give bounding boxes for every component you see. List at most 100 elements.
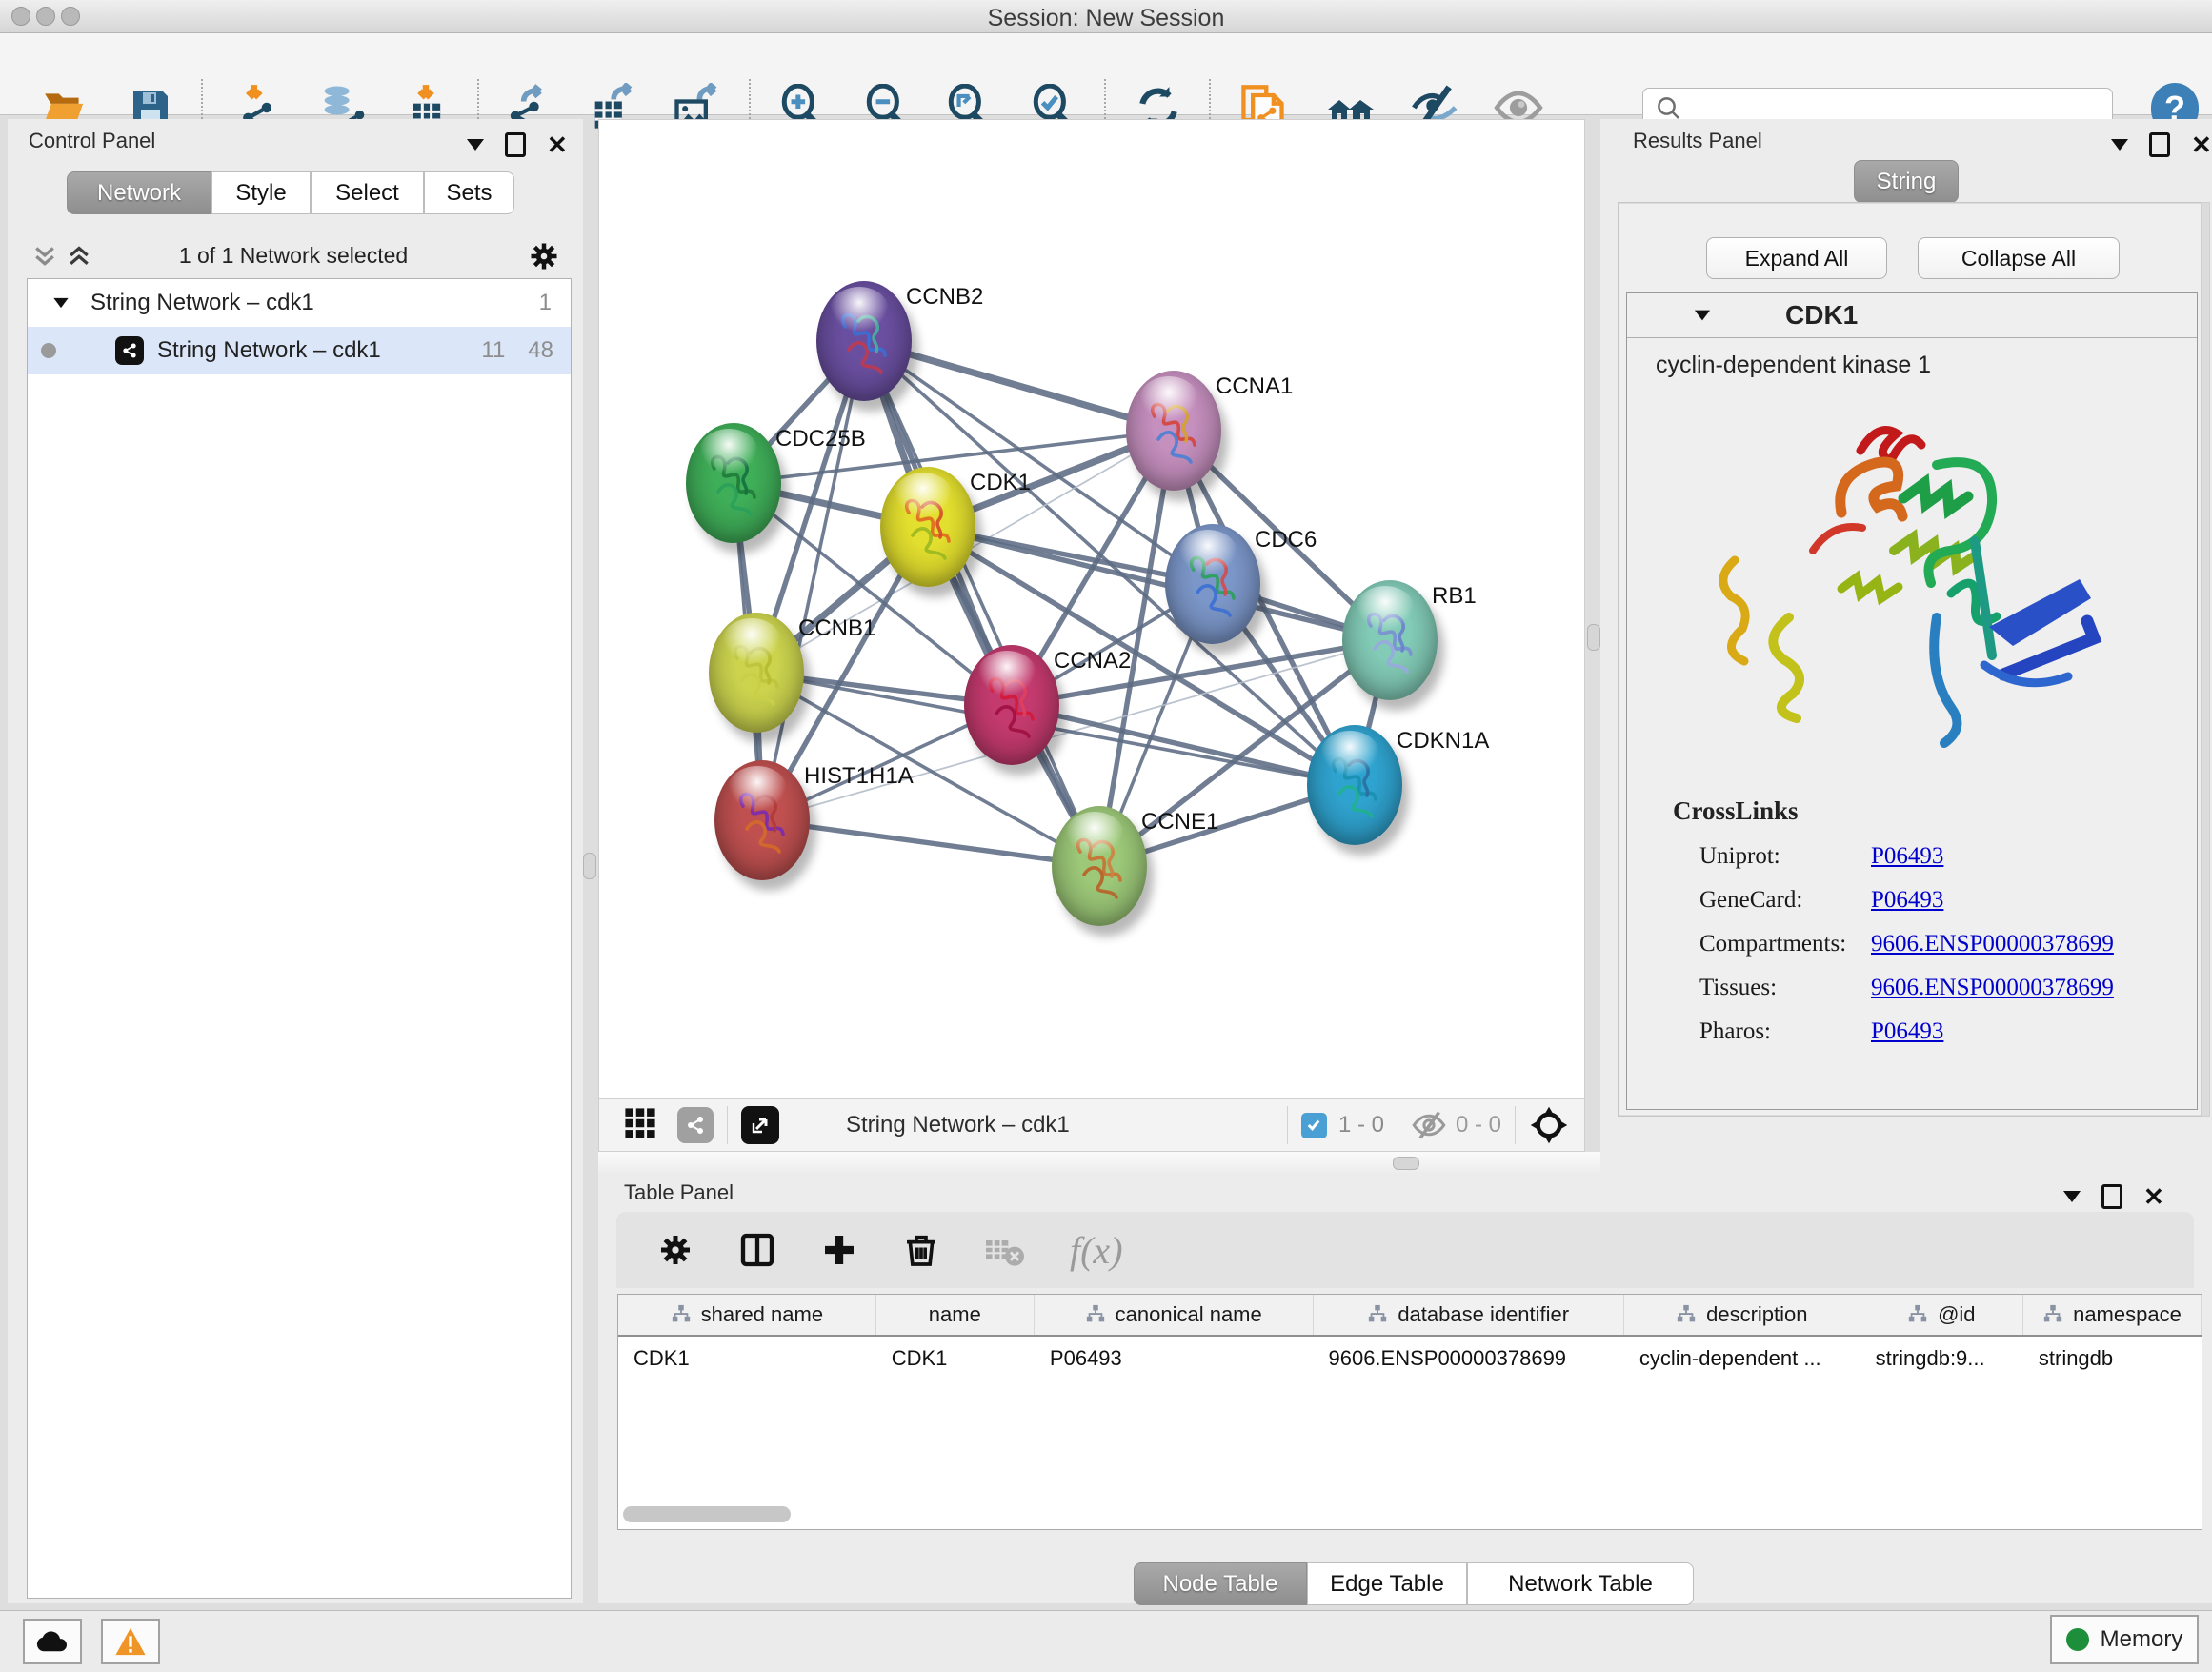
network-node-cdkn1a[interactable]: [1307, 725, 1402, 845]
selected-node-edge-counts: 1 - 0: [1338, 1112, 1384, 1138]
expand-all-button[interactable]: Expand All: [1706, 237, 1887, 279]
results-panel-close-icon[interactable]: ✕: [2191, 135, 2212, 154]
protein-description: cyclin-dependent kinase 1: [1627, 338, 2197, 379]
network-node-ccnb2[interactable]: [816, 281, 912, 401]
network-node-ccne1[interactable]: [1052, 806, 1147, 926]
column-header-shared-name[interactable]: shared name: [618, 1295, 876, 1335]
results-panel-menu-icon[interactable]: [2111, 139, 2128, 151]
column-header-database-identifier[interactable]: database identifier: [1314, 1295, 1624, 1335]
expand-all-networks-icon[interactable]: [65, 241, 93, 274]
crosslink-row: Compartments:9606.ENSP00000378699: [1699, 922, 2176, 966]
delete-column-trash-icon[interactable]: [902, 1231, 940, 1269]
cell-database-identifier[interactable]: 9606.ENSP00000378699: [1313, 1346, 1623, 1371]
status-bar: Memory: [0, 1610, 2212, 1672]
crosslink-link-genecard[interactable]: P06493: [1871, 887, 1943, 914]
warnings-button[interactable]: [101, 1619, 160, 1664]
table-panel-menu-icon[interactable]: [2063, 1191, 2081, 1202]
tab-network[interactable]: Network: [67, 171, 211, 214]
cell-name[interactable]: CDK1: [876, 1346, 1035, 1371]
network-view-footer: String Network – cdk1 1 - 0 0 - 0: [598, 1098, 1585, 1152]
selected-checkbox-icon[interactable]: [1301, 1113, 1327, 1138]
protein-result-card: CDK1 cyclin-dependent kinase 1: [1626, 292, 2198, 1110]
crosslink-link-tissues[interactable]: 9606.ENSP00000378699: [1871, 975, 2114, 1001]
network-node-cdk1[interactable]: [880, 467, 975, 587]
crosslink-label: Tissues:: [1699, 975, 1871, 1001]
footer-separator: [727, 1106, 728, 1144]
control-panel-menu-icon[interactable]: [467, 139, 484, 151]
table-row[interactable]: CDK1CDK1P064939606.ENSP00000378699cyclin…: [618, 1337, 2202, 1380]
node-gloss-highlight: [728, 766, 787, 812]
table-horizontal-scrollbar[interactable]: [623, 1506, 791, 1522]
horizontal-splitter-handle[interactable]: [1393, 1157, 1419, 1170]
hidden-eye-slash-icon[interactable]: [1412, 1111, 1446, 1139]
card-collapse-icon[interactable]: [1695, 311, 1710, 321]
cloud-status-button[interactable]: [23, 1619, 82, 1664]
control-panel: Control Panel ✕ Network Style Select Set…: [8, 119, 583, 1603]
column-header-label: shared name: [701, 1302, 823, 1327]
footer-separator: [1287, 1106, 1288, 1144]
table-toolbar: f(x): [616, 1212, 2194, 1288]
fit-selection-crosshair-icon[interactable]: [1529, 1105, 1569, 1145]
function-builder-icon: f(x): [1070, 1228, 1123, 1273]
tab-select[interactable]: Select: [311, 171, 424, 214]
table-panel-float-icon[interactable]: [2101, 1184, 2122, 1209]
cell-description[interactable]: cyclin-dependent ...: [1624, 1346, 1860, 1371]
tab-string[interactable]: String: [1854, 160, 1959, 203]
create-column-plus-icon[interactable]: [820, 1231, 858, 1269]
network-tree-row-selected[interactable]: String Network – cdk1 11 48: [28, 327, 571, 374]
column-header-label: namespace: [2073, 1302, 2182, 1327]
crosslink-label: Uniprot:: [1699, 843, 1871, 870]
node-table[interactable]: shared name namecanonical namedatabase id…: [617, 1294, 2202, 1530]
crosslink-link-uniprot[interactable]: P06493: [1871, 843, 1943, 870]
network-node-hist1h1a[interactable]: [714, 760, 810, 880]
table-panel: Table Panel ✕ f(x) shared namenamecanoni…: [598, 1173, 2212, 1603]
tab-edge-table[interactable]: Edge Table: [1307, 1562, 1467, 1605]
vertical-splitter-handle[interactable]: [583, 853, 596, 879]
network-view-canvas[interactable]: CCNB2CCNA1CDC25BCDK1CDC6RB1CCNB1CCNA2CDK…: [598, 119, 1585, 1098]
column-header-namespace[interactable]: namespace: [2023, 1295, 2202, 1335]
vertical-splitter-handle[interactable]: [1587, 624, 1600, 651]
network-node-ccna1[interactable]: [1126, 371, 1221, 491]
network-node-ccnb1[interactable]: [709, 613, 804, 733]
node-label-cdc6: CDC6: [1255, 527, 1317, 554]
cell-namespace[interactable]: stringdb: [2023, 1346, 2202, 1371]
network-node-cdc25b[interactable]: [686, 423, 781, 543]
tree-collapse-icon[interactable]: [53, 298, 68, 308]
tab-node-table[interactable]: Node Table: [1134, 1562, 1307, 1605]
node-gloss-highlight: [1356, 586, 1415, 632]
table-options-gear-icon[interactable]: [656, 1231, 694, 1269]
node-gloss-highlight: [830, 287, 889, 332]
cell-id[interactable]: stringdb:9...: [1860, 1346, 2023, 1371]
tab-sets[interactable]: Sets: [424, 171, 514, 214]
control-panel-float-icon[interactable]: [505, 132, 526, 157]
network-node-ccna2[interactable]: [964, 645, 1059, 765]
collapse-all-networks-icon[interactable]: [30, 241, 59, 274]
open-in-new-window-icon[interactable]: [741, 1106, 779, 1144]
network-options-gear-icon[interactable]: [527, 239, 561, 278]
show-columns-icon[interactable]: [738, 1231, 776, 1269]
cell-shared-name[interactable]: CDK1: [618, 1346, 876, 1371]
crosslink-link-compartments[interactable]: 9606.ENSP00000378699: [1871, 931, 2114, 957]
string-panel-toggle-icon[interactable]: [677, 1107, 714, 1143]
table-header-row: shared name namecanonical namedatabase id…: [618, 1295, 2202, 1337]
tab-network-table[interactable]: Network Table: [1467, 1562, 1694, 1605]
column-header-name[interactable]: name: [876, 1295, 1035, 1335]
network-selection-summary: 1 of 1 Network selected: [103, 243, 484, 269]
network-tree: String Network – cdk1 1 String Network –…: [27, 278, 572, 1599]
control-panel-close-icon[interactable]: ✕: [547, 135, 568, 154]
birds-eye-view-icon[interactable]: [624, 1107, 656, 1144]
column-header-canonical-name[interactable]: canonical name: [1035, 1295, 1314, 1335]
tab-style[interactable]: Style: [211, 171, 311, 214]
crosslink-link-pharos[interactable]: P06493: [1871, 1018, 1943, 1045]
column-header-description[interactable]: description: [1624, 1295, 1860, 1335]
network-node-rb1[interactable]: [1342, 580, 1438, 700]
column-header-id[interactable]: @id: [1860, 1295, 2023, 1335]
results-scrollbar-track[interactable]: [2201, 202, 2210, 1117]
cell-canonical-name[interactable]: P06493: [1035, 1346, 1314, 1371]
results-panel-float-icon[interactable]: [2149, 132, 2170, 157]
table-panel-close-icon[interactable]: ✕: [2143, 1187, 2164, 1206]
collapse-all-button[interactable]: Collapse All: [1918, 237, 2120, 279]
network-tree-root-row[interactable]: String Network – cdk1 1: [28, 279, 571, 327]
network-node-cdc6[interactable]: [1165, 524, 1260, 644]
memory-button[interactable]: Memory: [2050, 1615, 2199, 1664]
